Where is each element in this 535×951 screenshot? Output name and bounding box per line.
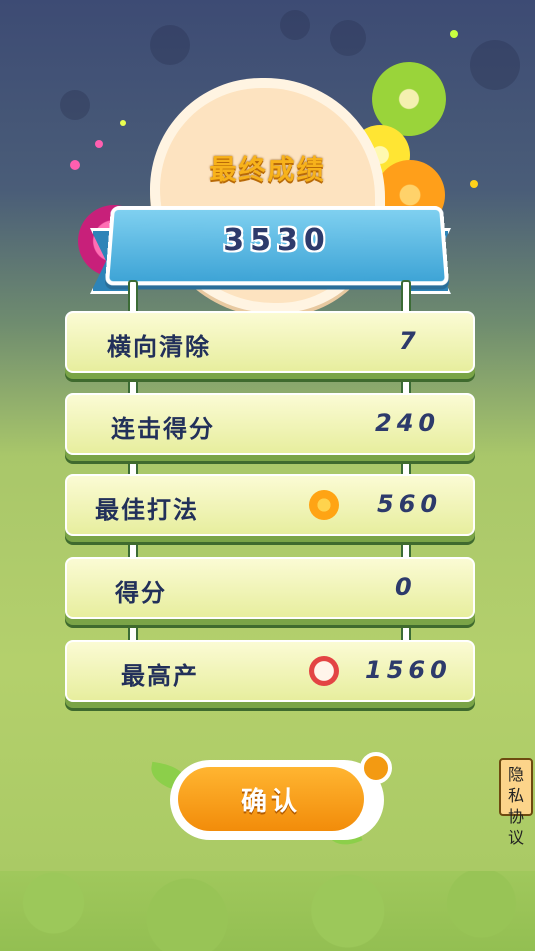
stat-value: 240 (375, 409, 441, 437)
stat-row-horizontal-clear: 横向清除 7 (65, 311, 475, 373)
stat-label: 得分 (115, 579, 167, 607)
bubble-decoration (470, 40, 520, 90)
stat-label: 最高产 (121, 662, 199, 690)
stat-value: 0 (395, 573, 417, 601)
stat-row-highest-yield: 最高产 1560 (65, 640, 475, 702)
bubble-decoration (150, 25, 190, 65)
stat-value: 7 (399, 327, 421, 355)
splash-dot (120, 120, 126, 126)
stat-row-score: 得分 0 (65, 557, 475, 619)
stat-label: 连击得分 (111, 415, 215, 443)
stat-value: 1560 (365, 656, 452, 684)
bubble-decoration (60, 90, 90, 120)
stat-row-combo-score: 连击得分 240 (65, 393, 475, 455)
bubble-decoration (330, 20, 366, 56)
bubble-decoration (280, 10, 310, 40)
page-title: 最终成绩 (209, 155, 326, 186)
grass-ground (0, 871, 535, 951)
button-dot-decoration (360, 752, 392, 784)
stat-value: 560 (377, 490, 443, 518)
apple-slice-icon (309, 656, 339, 686)
stat-row-best-play: 最佳打法 560 (65, 474, 475, 536)
splash-dot (95, 140, 103, 148)
total-score: 3530 (223, 223, 331, 258)
splash-dot (70, 160, 80, 170)
stat-label: 横向清除 (107, 333, 211, 361)
orange-slice-icon (309, 490, 339, 520)
splash-dot (450, 30, 458, 38)
confirm-button[interactable]: 确认 (178, 767, 364, 831)
stat-label: 最佳打法 (95, 496, 199, 524)
privacy-policy-button[interactable]: 隐私协议 (499, 758, 533, 847)
splash-dot (470, 180, 478, 188)
